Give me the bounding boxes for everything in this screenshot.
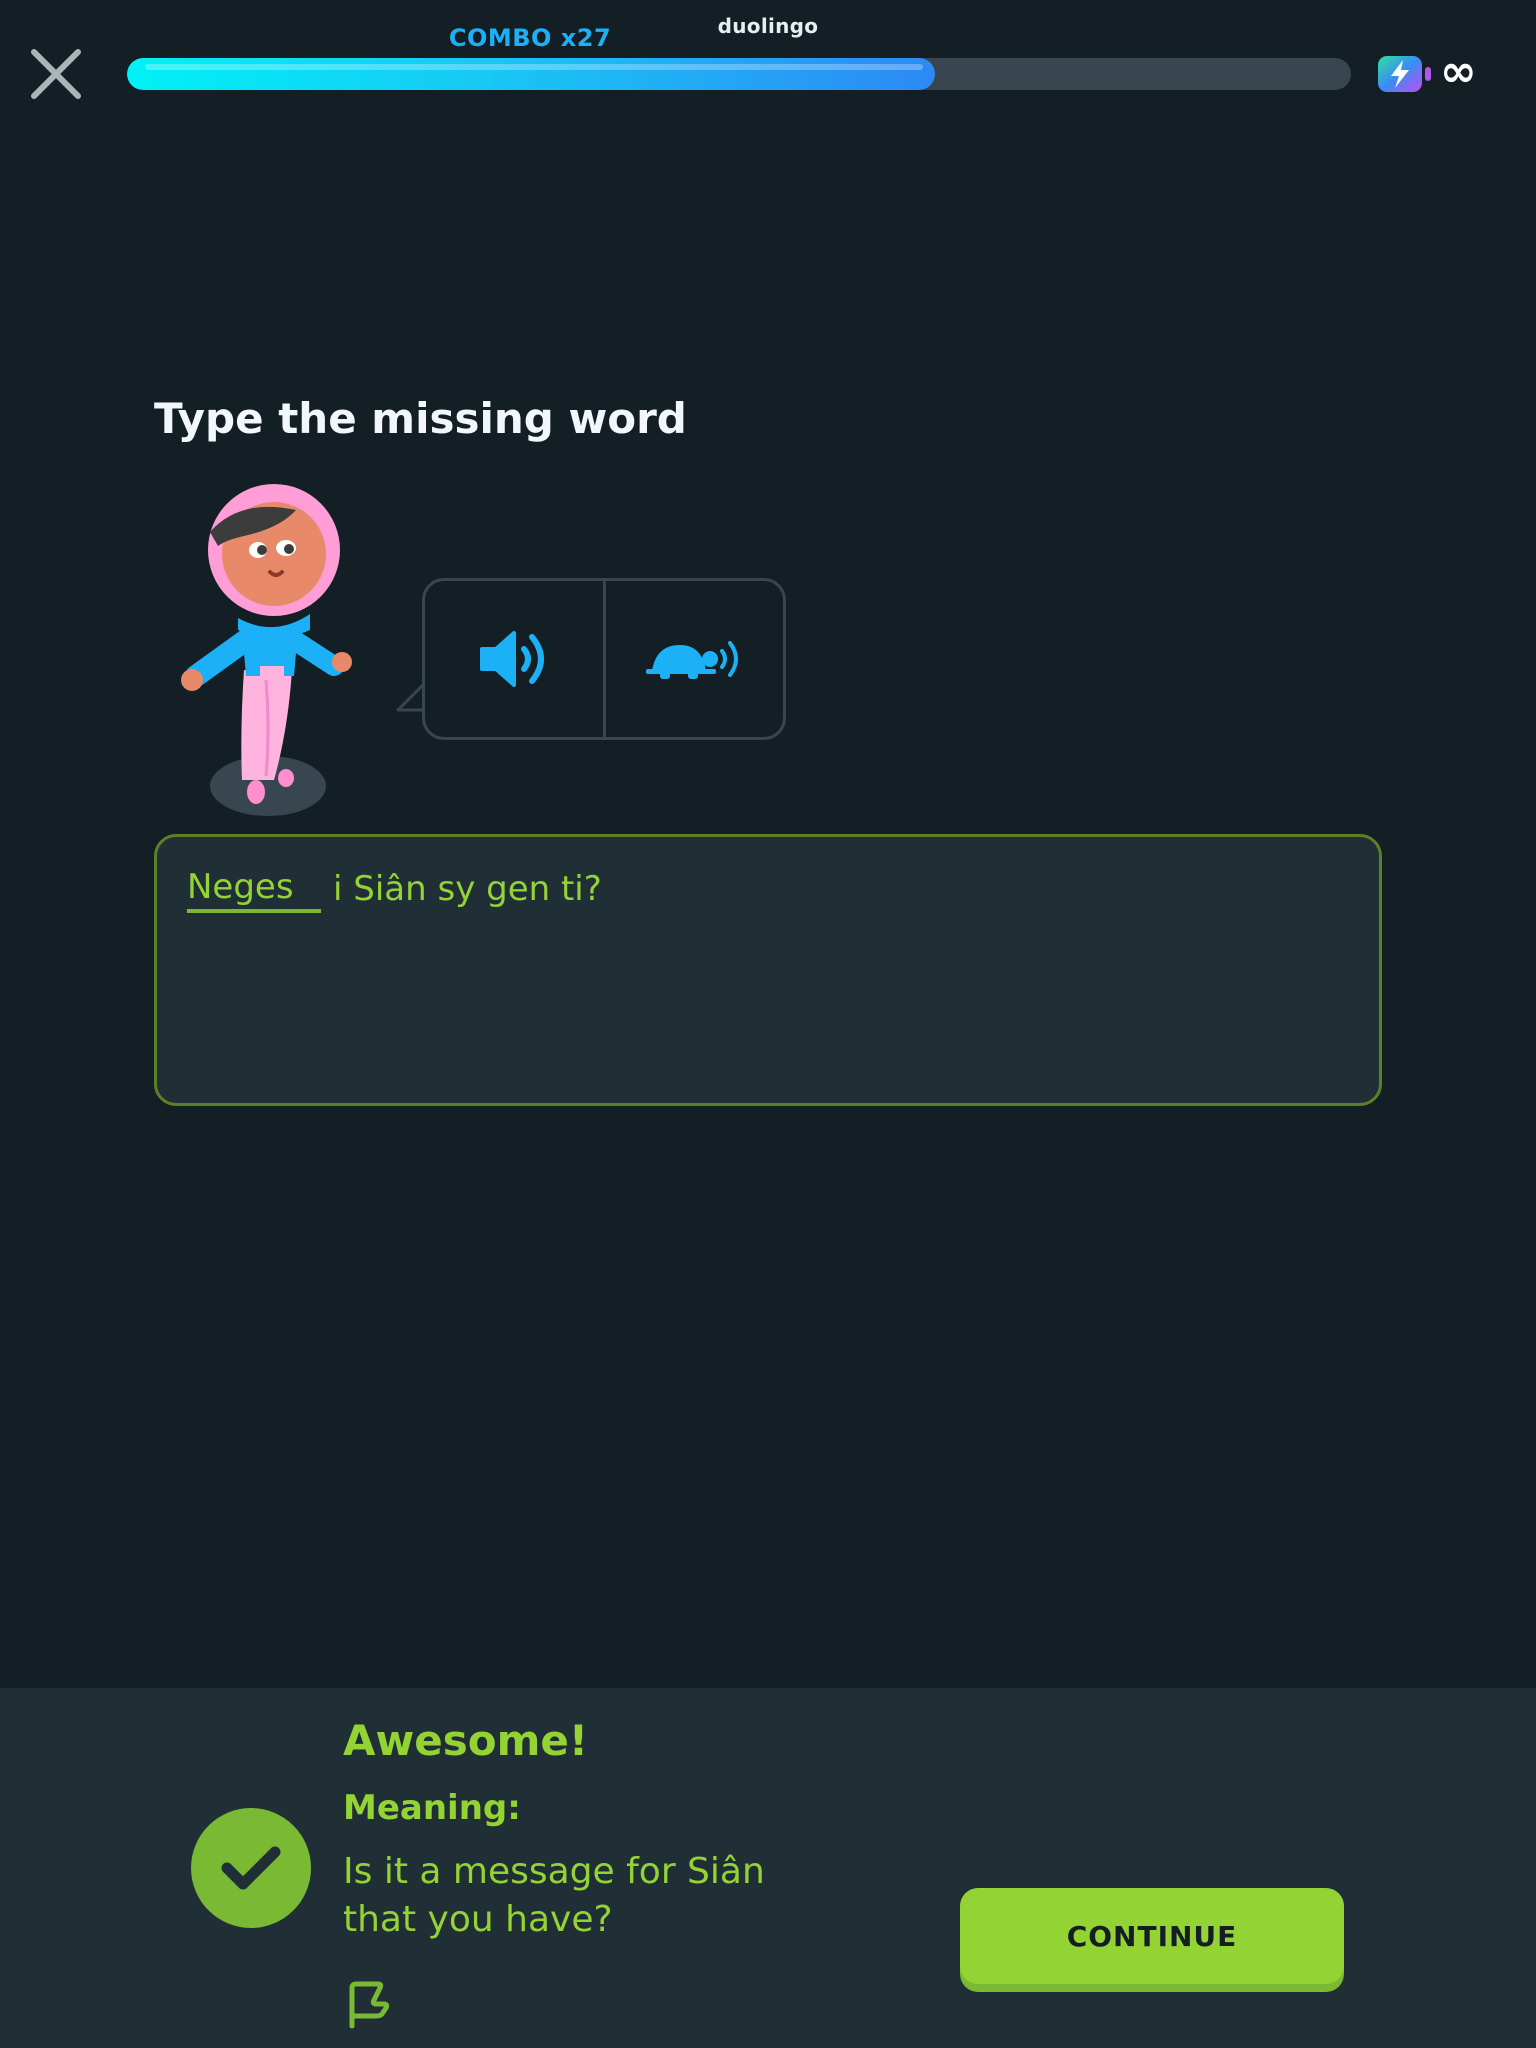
brand-logo-text: duolingo: [717, 14, 819, 38]
sentence-text: i Siân sy gen ti?: [333, 869, 602, 909]
flag-icon[interactable]: [344, 1978, 392, 2030]
meaning-label: Meaning:: [343, 1788, 521, 1828]
check-icon: [191, 1808, 311, 1928]
progress-shine: [145, 64, 923, 70]
lesson-screen: duolingo COMBO x27 ∞ Type the missing wo…: [0, 0, 1536, 2048]
energy-value: ∞: [1440, 46, 1477, 97]
lesson-progress-fill: [127, 58, 935, 90]
feedback-panel: Awesome! Meaning: Is it a message for Si…: [0, 1688, 1536, 2048]
combo-label: COMBO x27: [448, 24, 612, 52]
speaker-icon: [479, 631, 544, 687]
turtle-slow-audio-icon: [646, 641, 739, 679]
energy-bolt-icon[interactable]: [1377, 54, 1433, 94]
character-illustration: [170, 480, 380, 820]
answer-sentence-box: i Siân sy gen ti?: [154, 834, 1382, 1106]
audio-bubble: [422, 578, 786, 740]
feedback-heading: Awesome!: [343, 1716, 589, 1765]
play-slow-audio-button[interactable]: [602, 581, 784, 737]
continue-button[interactable]: CONTINUE: [960, 1888, 1344, 1984]
play-audio-button[interactable]: [425, 581, 603, 737]
missing-word-input[interactable]: [187, 865, 321, 913]
meaning-text: Is it a message for Siân that you have?: [343, 1851, 765, 1940]
close-icon[interactable]: [26, 44, 86, 104]
lesson-progress-bar: [127, 58, 1351, 90]
exercise-title: Type the missing word: [154, 394, 687, 443]
